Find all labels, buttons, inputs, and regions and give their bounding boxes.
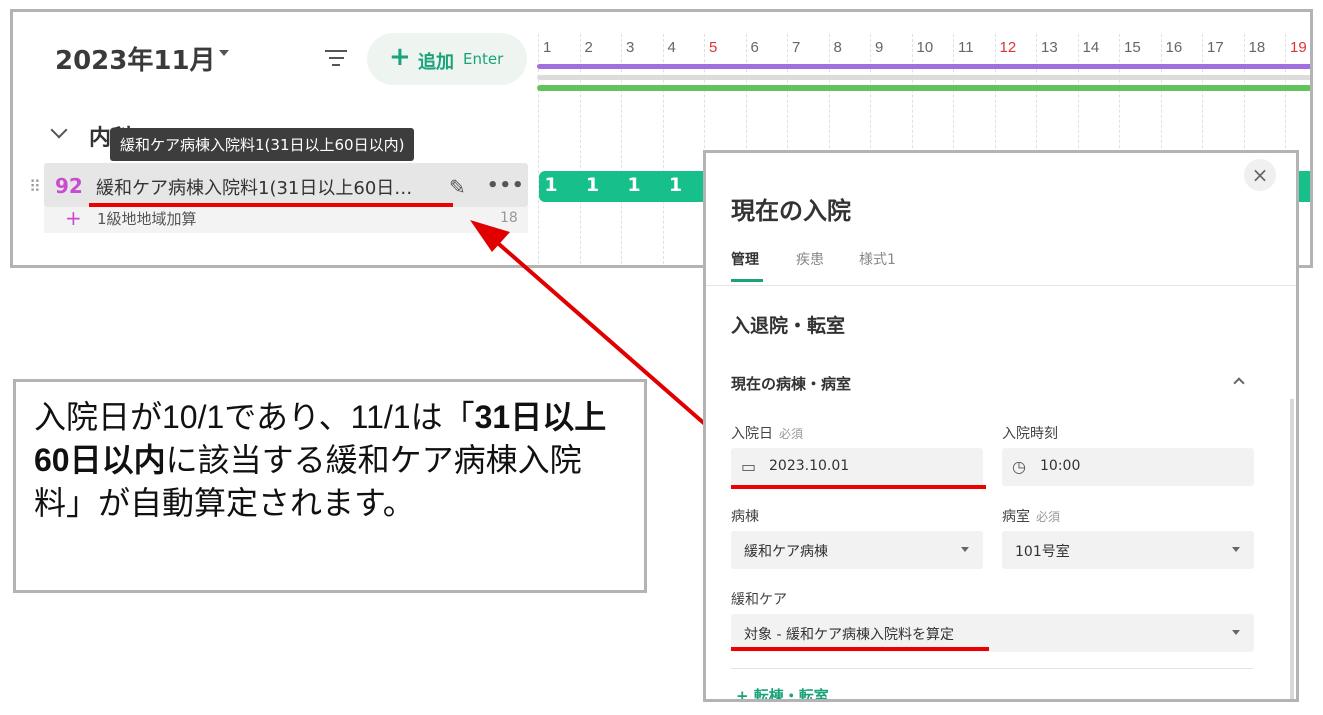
transfer-link[interactable]: + 転棟・転室 <box>736 685 829 699</box>
chevron-down-icon <box>1232 547 1240 552</box>
admission-time-value: 10:00 <box>1040 458 1081 474</box>
callout-text-before: 入院日が10/1であり、11/1は「 <box>34 399 475 435</box>
add-button[interactable]: + 追加 Enter <box>367 33 527 85</box>
room-label: 病室 必須 <box>1002 506 1060 526</box>
period-bar-green <box>537 85 1310 91</box>
palliative-label: 緩和ケア <box>731 592 787 608</box>
drag-handle-icon[interactable]: ⠿ <box>29 177 41 196</box>
admission-date-label: 入院日 必須 <box>731 423 803 443</box>
day-label: 9 <box>875 39 884 56</box>
add-button-shortcut: Enter <box>463 50 504 68</box>
item-tooltip: 緩和ケア病棟入院料1(31日以上60日以内) <box>110 128 415 161</box>
modal-title: 現在の入院 <box>731 197 851 225</box>
room-select[interactable]: 101号室 <box>1002 531 1254 569</box>
day-label: 19 <box>1290 39 1307 56</box>
sub-item-count: 18 <box>500 210 518 226</box>
clock-icon: ◷ <box>1012 457 1026 476</box>
day-header: 1 2 3 4 5 6 7 8 9 10 11 12 13 14 15 16 17 18 19 <box>537 39 1310 59</box>
tab-disease[interactable]: 疾患 <box>796 249 824 269</box>
day-label: 11 <box>958 39 974 56</box>
tab-form1[interactable]: 様式1 <box>859 249 896 269</box>
admission-date-value: 2023.10.01 <box>769 458 850 474</box>
highlight-underline <box>731 485 986 489</box>
daily-count-value: 1 <box>627 174 641 196</box>
ward-select[interactable]: 緩和ケア病棟 <box>731 531 983 569</box>
day-label: 13 <box>1041 39 1058 56</box>
scrollbar[interactable] <box>1290 399 1294 699</box>
day-label: 5 <box>709 39 718 56</box>
day-label: 10 <box>916 39 934 56</box>
ward-label: 病棟 <box>731 509 759 525</box>
day-label: 12 <box>999 39 1017 56</box>
pencil-icon[interactable]: ✎ <box>449 175 466 199</box>
day-label: 1 <box>543 39 552 56</box>
active-tab-indicator <box>731 279 763 282</box>
daily-count-value: 1 <box>668 174 683 196</box>
calendar-icon: ▭ <box>741 457 757 476</box>
day-label: 8 <box>833 39 842 56</box>
item-number: 92 <box>55 174 83 198</box>
add-button-label: 追加 <box>418 52 454 73</box>
explanation-callout: 入院日が10/1であり、11/1は「31日以上60日以内に該当する緩和ケア病棟入… <box>13 379 647 593</box>
section-title: 入退院・転室 <box>731 315 846 337</box>
close-icon[interactable]: × <box>1244 159 1276 191</box>
callout-text: 入院日が10/1であり、11/1は「31日以上60日以内に該当する緩和ケア病棟入… <box>34 396 624 525</box>
current-admission-modal: × 現在の入院 管理 疾患 様式1 入退院・転室 現在の病棟・病室 入院日 必須 … <box>703 150 1299 702</box>
day-label: 3 <box>626 39 635 56</box>
day-label: 15 <box>1124 39 1141 56</box>
subsection-title: 現在の病棟・病室 <box>731 375 852 393</box>
room-label-text: 病室 <box>1002 509 1030 525</box>
filter-icon[interactable] <box>325 50 347 66</box>
month-caret-icon[interactable] <box>219 50 229 56</box>
divider <box>731 668 1253 669</box>
month-title[interactable]: 2023年11月 <box>55 40 216 77</box>
day-label: 7 <box>792 39 801 56</box>
day-label: 4 <box>667 39 676 56</box>
day-label: 16 <box>1165 39 1183 56</box>
admission-time-field[interactable]: ◷ 10:00 <box>1002 448 1254 486</box>
chevron-up-icon[interactable] <box>1233 377 1245 389</box>
highlight-underline <box>89 203 453 207</box>
item-name[interactable]: 緩和ケア病棟入院料1(31日以上60日… <box>96 174 412 200</box>
chevron-down-icon <box>961 547 969 552</box>
period-bar-purple <box>537 64 1310 69</box>
more-icon[interactable]: ••• <box>487 175 525 196</box>
day-label: 17 <box>1207 39 1224 56</box>
chevron-down-icon <box>1232 630 1240 635</box>
plus-icon[interactable]: + <box>65 206 82 230</box>
required-badge: 必須 <box>779 427 804 441</box>
admission-date-field[interactable]: ▭ 2023.10.01 <box>731 448 983 486</box>
daily-count-value: 1 <box>585 174 600 196</box>
period-bar-gray <box>537 75 1310 80</box>
day-label: 6 <box>750 39 759 56</box>
day-label: 14 <box>1082 39 1100 56</box>
tab-divider <box>706 285 1296 286</box>
add-plus-icon: + <box>389 42 411 72</box>
sub-item-name: 1級地地域加算 <box>97 210 197 228</box>
highlight-underline <box>731 647 989 651</box>
tab-management[interactable]: 管理 <box>731 249 759 269</box>
room-value: 101号室 <box>1015 544 1070 560</box>
palliative-value: 対象 - 緩和ケア病棟入院料を算定 <box>744 627 954 643</box>
chevron-down-icon[interactable] <box>50 121 68 139</box>
day-label: 2 <box>584 39 593 56</box>
admission-date-label-text: 入院日 <box>731 426 773 442</box>
admission-time-label: 入院時刻 <box>1002 426 1058 442</box>
day-label: 18 <box>1248 39 1266 56</box>
daily-count-value: 1 <box>544 174 558 196</box>
required-badge: 必須 <box>1036 510 1061 524</box>
ward-value: 緩和ケア病棟 <box>744 544 828 560</box>
